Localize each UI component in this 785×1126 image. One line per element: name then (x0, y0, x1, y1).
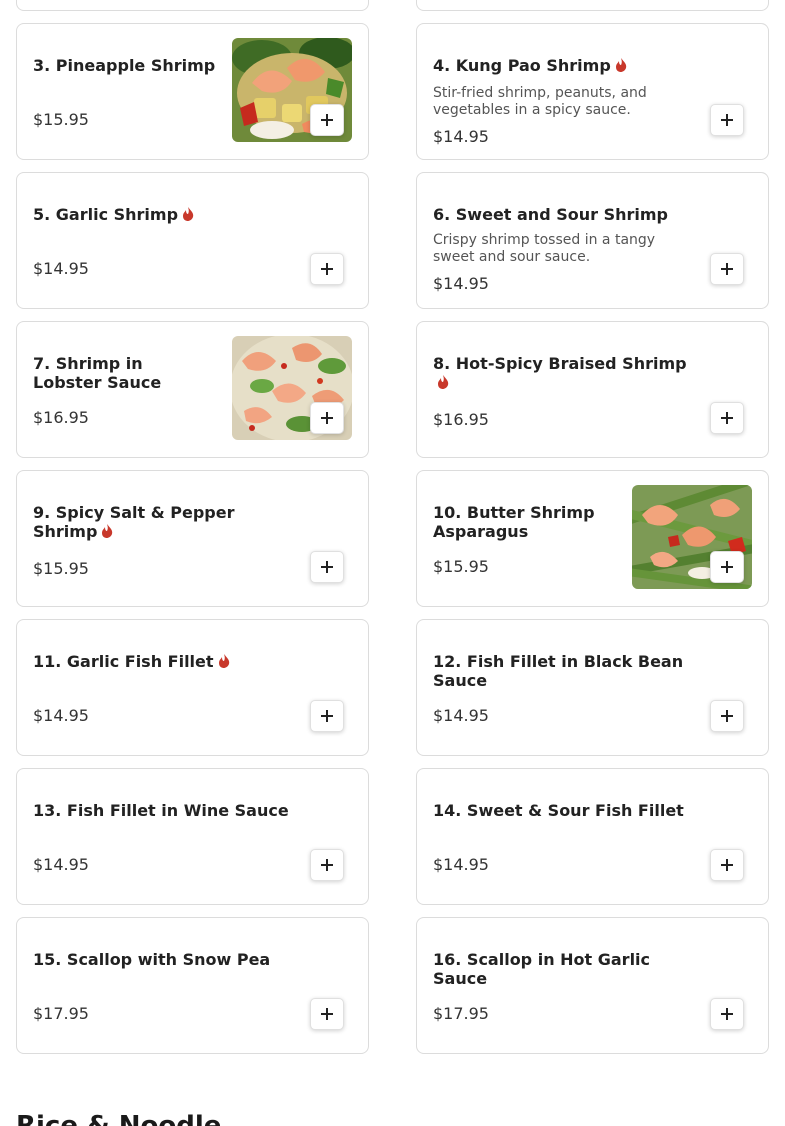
item-name: 8. Hot-Spicy Braised Shrimp (433, 354, 693, 392)
add-to-cart-button[interactable] (710, 253, 744, 285)
flame-icon (438, 375, 449, 389)
item-price: $14.95 (33, 855, 89, 874)
plus-icon (721, 561, 733, 573)
menu-item-card[interactable]: 11. Garlic Fish Fillet $14.95 (16, 619, 369, 756)
menu-item-card[interactable]: 8. Hot-Spicy Braised Shrimp $16.95 (416, 321, 769, 458)
menu-item-card-partial[interactable] (16, 0, 369, 11)
item-price: $14.95 (33, 259, 89, 278)
flame-icon (615, 58, 626, 72)
item-name-text: 9. Spicy Salt & Pepper Shrimp (33, 503, 235, 541)
add-to-cart-button[interactable] (310, 998, 344, 1030)
item-name: 15. Scallop with Snow Pea (33, 950, 271, 969)
add-to-cart-button[interactable] (710, 104, 744, 136)
item-description: Crispy shrimp tossed in a tangy sweet an… (433, 232, 656, 265)
item-name: 6. Sweet and Sour Shrimp (433, 205, 668, 224)
item-price: $14.95 (33, 706, 89, 725)
menu-item-card[interactable]: 9. Spicy Salt & Pepper Shrimp $15.95 (16, 470, 369, 607)
add-to-cart-button[interactable] (710, 402, 744, 434)
item-description: Stir-fried shrimp, peanuts, and vegetabl… (433, 85, 647, 118)
add-to-cart-button[interactable] (710, 551, 744, 583)
item-price: $14.95 (433, 127, 489, 146)
item-price: $15.95 (33, 110, 89, 129)
item-name: 3. Pineapple Shrimp (33, 56, 216, 75)
add-to-cart-button[interactable] (310, 551, 344, 583)
item-name-text: 4. Kung Pao Shrimp (433, 56, 611, 75)
item-price: $17.95 (33, 1004, 89, 1023)
item-name: 14. Sweet & Sour Fish Fillet (433, 801, 684, 820)
plus-icon (321, 412, 333, 424)
item-price: $15.95 (33, 559, 89, 578)
menu-item-card-partial[interactable] (416, 0, 769, 11)
item-price: $14.95 (433, 706, 489, 725)
item-name: 16. Scallop in Hot Garlic Sauce (433, 950, 651, 988)
add-to-cart-button[interactable] (710, 998, 744, 1030)
item-price: $14.95 (433, 855, 489, 874)
menu-item-card[interactable]: 10. Butter Shrimp Asparagus $15.95 (416, 470, 769, 607)
menu-item-card[interactable]: 4. Kung Pao Shrimp Stir-fried shrimp, pe… (416, 23, 769, 160)
add-to-cart-button[interactable] (310, 402, 344, 434)
plus-icon (321, 114, 333, 126)
item-name: 12. Fish Fillet in Black Bean Sauce (433, 652, 684, 690)
menu-item-card[interactable]: 12. Fish Fillet in Black Bean Sauce $14.… (416, 619, 769, 756)
menu-item-card[interactable]: 7. Shrimp in Lobster Sauce $16.95 (16, 321, 369, 458)
plus-icon (321, 859, 333, 871)
menu-item-card[interactable]: 14. Sweet & Sour Fish Fillet $14.95 (416, 768, 769, 905)
flame-icon (102, 524, 113, 538)
item-price: $16.95 (33, 408, 89, 427)
item-price: $14.95 (433, 274, 489, 293)
plus-icon (721, 859, 733, 871)
add-to-cart-button[interactable] (710, 700, 744, 732)
item-name-text: 11. Garlic Fish Fillet (33, 652, 214, 671)
menu-item-card[interactable]: 16. Scallop in Hot Garlic Sauce $17.95 (416, 917, 769, 1054)
plus-icon (321, 263, 333, 275)
menu-item-card[interactable]: 3. Pineapple Shrimp $15.95 (16, 23, 369, 160)
menu-item-card[interactable]: 6. Sweet and Sour Shrimp Crispy shrimp t… (416, 172, 769, 309)
add-to-cart-button[interactable] (310, 700, 344, 732)
menu-page: 3. Pineapple Shrimp $15.95 4. Kung Pao S… (0, 0, 785, 1126)
plus-icon (721, 710, 733, 722)
item-price: $17.95 (433, 1004, 489, 1023)
item-name: 5. Garlic Shrimp (33, 205, 293, 224)
item-name: 7. Shrimp in Lobster Sauce (33, 354, 162, 392)
add-to-cart-button[interactable] (310, 253, 344, 285)
menu-item-card[interactable]: 13. Fish Fillet in Wine Sauce $14.95 (16, 768, 369, 905)
plus-icon (321, 561, 333, 573)
add-to-cart-button[interactable] (310, 104, 344, 136)
plus-icon (721, 263, 733, 275)
item-name: 4. Kung Pao Shrimp (433, 56, 693, 75)
plus-icon (321, 710, 333, 722)
item-name: 10. Butter Shrimp Asparagus (433, 503, 595, 541)
item-name: 11. Garlic Fish Fillet (33, 652, 293, 671)
item-name: 13. Fish Fillet in Wine Sauce (33, 801, 289, 820)
add-to-cart-button[interactable] (710, 849, 744, 881)
item-price: $16.95 (433, 410, 489, 429)
item-name-text: 8. Hot-Spicy Braised Shrimp (433, 354, 687, 373)
flame-icon (218, 654, 229, 668)
flame-icon (183, 207, 194, 221)
plus-icon (721, 1008, 733, 1020)
plus-icon (721, 412, 733, 424)
section-heading: Rice & Noodle (16, 1111, 222, 1126)
item-price: $15.95 (433, 557, 489, 576)
item-name: 9. Spicy Salt & Pepper Shrimp (33, 503, 253, 541)
item-name-text: 5. Garlic Shrimp (33, 205, 179, 224)
plus-icon (321, 1008, 333, 1020)
add-to-cart-button[interactable] (310, 849, 344, 881)
menu-item-card[interactable]: 15. Scallop with Snow Pea $17.95 (16, 917, 369, 1054)
menu-item-card[interactable]: 5. Garlic Shrimp $14.95 (16, 172, 369, 309)
plus-icon (721, 114, 733, 126)
